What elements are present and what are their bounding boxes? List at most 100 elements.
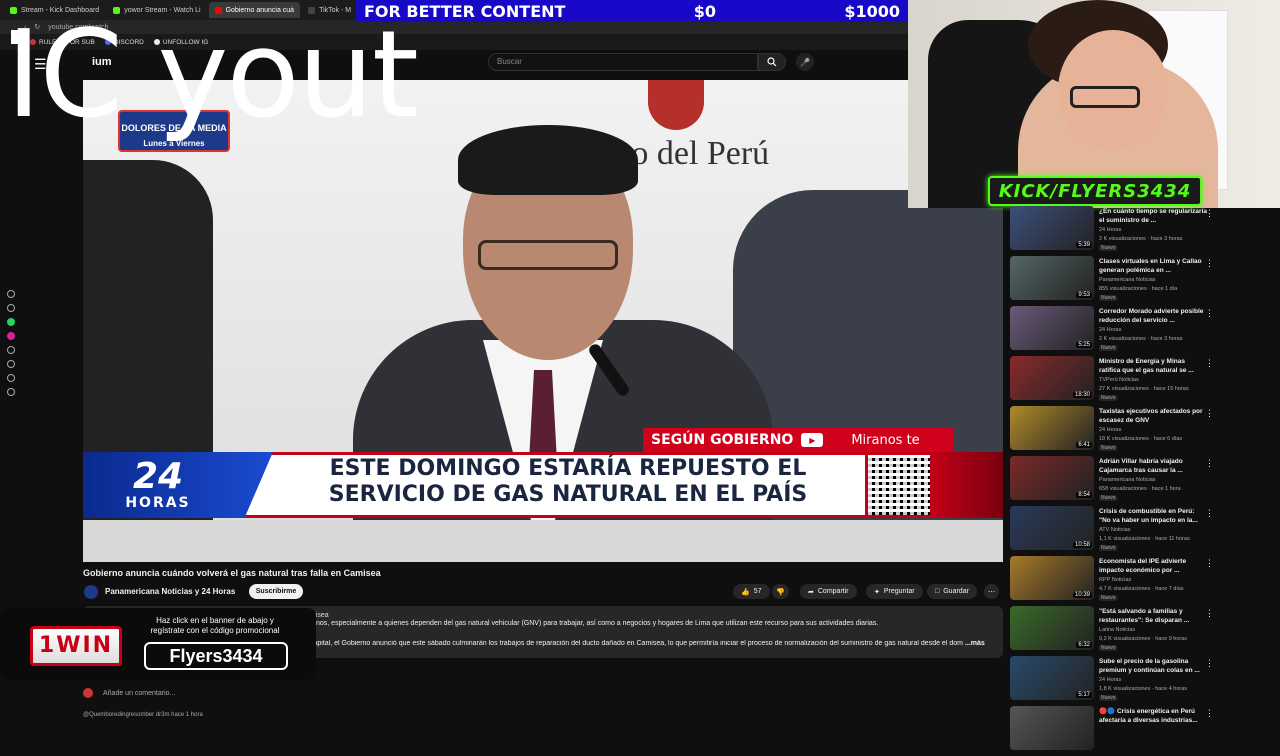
lower-third-accent bbox=[933, 452, 1003, 518]
recommended-video[interactable]: 9:53 Clases virtuales en Lima y Callao ge… bbox=[1008, 256, 1273, 306]
new-badge: Nuevo bbox=[1099, 645, 1118, 651]
share-button[interactable]: ➦ Compartir bbox=[800, 584, 857, 599]
peru-emblem bbox=[648, 80, 704, 130]
ask-button[interactable]: ✦ Preguntar bbox=[866, 584, 923, 599]
video-title[interactable]: Crisis de combustible en Perú: "No va ha… bbox=[1099, 508, 1207, 525]
channel-name: TVPerú Noticias bbox=[1099, 377, 1139, 383]
video-title[interactable]: Economista del IPE advierte impacto econ… bbox=[1099, 558, 1207, 575]
video-title[interactable]: 🔴🔵 Crisis energética en Perú afectaría a… bbox=[1099, 708, 1207, 725]
more-icon[interactable]: ⋮ bbox=[1205, 608, 1214, 619]
history-icon[interactable] bbox=[7, 290, 15, 298]
video-thumbnail[interactable]: 5:17 bbox=[1010, 656, 1094, 700]
video-meta: 658 visualizaciones · hace 1 hora bbox=[1099, 486, 1181, 492]
more-icon[interactable]: ⋮ bbox=[1205, 558, 1214, 569]
save-button[interactable]: □ Guardar bbox=[927, 584, 977, 599]
video-title[interactable]: Sube el precio de la gasolina premium y … bbox=[1099, 658, 1207, 675]
voice-search-button[interactable]: 🎤 bbox=[796, 53, 814, 71]
microphone-icon: 🎤 bbox=[800, 57, 810, 67]
thumbs-up-icon: 👍 bbox=[741, 588, 750, 596]
video-title[interactable]: ¿En cuánto tiempo se regularizaría el su… bbox=[1099, 208, 1207, 225]
channel-avatar[interactable] bbox=[84, 585, 98, 599]
video-thumbnail[interactable]: 8:54 bbox=[1010, 456, 1094, 500]
recommended-video[interactable]: 10:39 Economista del IPE advierte impacto… bbox=[1008, 556, 1273, 606]
recommended-video[interactable]: 8:54 Adrián Villar habría viajado Cajamar… bbox=[1008, 456, 1273, 506]
video-player[interactable]: rno del Perú DOLORES DE LA MEDIA Lunes a… bbox=[83, 80, 1003, 562]
video-title[interactable]: Ministro de Energía y Minas ratifica que… bbox=[1099, 358, 1207, 375]
donation-goal-bar: FOR BETTER CONTENT $0 $1000 bbox=[356, 0, 908, 22]
clock-icon[interactable] bbox=[7, 374, 15, 382]
more-icon[interactable]: ⋮ bbox=[1205, 508, 1214, 519]
more-icon[interactable]: ⋮ bbox=[1205, 408, 1214, 419]
video-meta: 2 K visualizaciones · hace 3 horas bbox=[1099, 336, 1183, 342]
video-thumbnail[interactable]: 6:41 bbox=[1010, 406, 1094, 450]
video-duration: 5:25 bbox=[1076, 342, 1092, 348]
speaker-hair bbox=[458, 125, 638, 195]
more-icon[interactable]: ⋮ bbox=[1205, 658, 1214, 669]
more-icon[interactable]: ⋮ bbox=[1205, 358, 1214, 369]
recommended-video[interactable]: 5:39 ¿En cuánto tiempo se regularizaría e… bbox=[1008, 206, 1273, 256]
video-thumbnail[interactable]: 5:25 bbox=[1010, 306, 1094, 350]
recommended-video[interactable]: 6:32 "Está salvando a familias y restaura… bbox=[1008, 606, 1273, 656]
more-icon[interactable]: ⋮ bbox=[1205, 258, 1214, 269]
settings-icon[interactable] bbox=[7, 304, 15, 312]
channel-name: Panamericana Noticias bbox=[1099, 477, 1156, 483]
new-badge: Nuevo bbox=[1099, 295, 1118, 301]
promo-text: Haz click en el banner de abajo y regíst… bbox=[150, 616, 280, 635]
speaker-glasses bbox=[478, 240, 618, 270]
video-thumbnail[interactable]: 6:32 bbox=[1010, 606, 1094, 650]
recommended-video[interactable]: 5:25 Corredor Morado advierte posible red… bbox=[1008, 306, 1273, 356]
recommended-video[interactable]: 🔴🔵 Crisis energética en Perú afectaría a… bbox=[1008, 706, 1273, 756]
tiktok-icon[interactable] bbox=[7, 346, 15, 354]
show-more-link[interactable]: ...más bbox=[965, 640, 985, 647]
overlay-square bbox=[11, 30, 23, 44]
recommended-video[interactable]: 6:41 Taxistas ejecutivos afectados por es… bbox=[1008, 406, 1273, 456]
promo-code: Flyers3434 bbox=[144, 642, 288, 670]
video-title[interactable]: Taxistas ejecutivos afectados por escase… bbox=[1099, 408, 1207, 425]
like-button[interactable]: 👍 57 bbox=[733, 584, 770, 599]
bookmark-icon: □ bbox=[935, 588, 940, 595]
video-thumbnail[interactable]: 9:53 bbox=[1010, 256, 1094, 300]
donation-goal: $1000 bbox=[844, 1, 900, 21]
video-thumbnail[interactable] bbox=[1010, 706, 1094, 750]
channel-name: 24 Horas bbox=[1099, 427, 1122, 433]
user-avatar bbox=[83, 688, 93, 698]
video-meta: 1,1 K visualizaciones · hace 11 horas bbox=[1099, 536, 1190, 542]
video-thumbnail[interactable]: 18:30 bbox=[1010, 356, 1094, 400]
recommendations-sidebar: 5:39 ¿En cuánto tiempo se regularizaría e… bbox=[1008, 204, 1273, 750]
add-comment-input[interactable]: Añade un comentario... bbox=[103, 690, 175, 697]
more-icon[interactable]: ⋮ bbox=[1205, 708, 1214, 719]
search-button[interactable] bbox=[758, 53, 786, 71]
video-title[interactable]: Corredor Morado advierte posible reducci… bbox=[1099, 308, 1207, 325]
search-input[interactable]: Buscar bbox=[488, 53, 758, 71]
search-icon bbox=[767, 57, 777, 67]
recommended-video[interactable]: 18:30 Ministro de Energía y Minas ratific… bbox=[1008, 356, 1273, 406]
news-headline: ESTE DOMINGO ESTARÍA REPUESTO EL SERVICI… bbox=[328, 456, 808, 507]
add-comment-row[interactable]: Añade un comentario... bbox=[83, 688, 175, 698]
recommended-video[interactable]: 10:58 Crisis de combustible en Perú: "No … bbox=[1008, 506, 1273, 556]
video-duration: 10:58 bbox=[1072, 542, 1092, 548]
instagram-icon[interactable] bbox=[7, 332, 15, 340]
more-options-button[interactable]: ⋯ bbox=[984, 584, 999, 599]
video-title[interactable]: Adrián Villar habría viajado Cajamarca t… bbox=[1099, 458, 1207, 475]
video-thumbnail[interactable]: 10:39 bbox=[1010, 556, 1094, 600]
subscribe-button[interactable]: Suscribirme bbox=[249, 584, 303, 599]
video-meta: 2 K visualizaciones · hace 3 horas bbox=[1099, 236, 1183, 242]
recommended-video[interactable]: 5:17 Sube el precio de la gasolina premiu… bbox=[1008, 656, 1273, 706]
qr-code bbox=[865, 452, 933, 518]
new-badge: Nuevo bbox=[1099, 595, 1118, 601]
video-title[interactable]: Clases virtuales en Lima y Callao genera… bbox=[1099, 258, 1207, 275]
more-icon[interactable]: ⋮ bbox=[1205, 208, 1214, 219]
dislike-button[interactable]: 👎 bbox=[772, 584, 789, 599]
more-icon[interactable]: ⋮ bbox=[1205, 458, 1214, 469]
sparkle-icon: ✦ bbox=[874, 588, 880, 596]
gear-icon[interactable] bbox=[7, 388, 15, 396]
more-icon[interactable]: ⋮ bbox=[1205, 308, 1214, 319]
whatsapp-icon[interactable] bbox=[7, 318, 15, 326]
video-thumbnail[interactable]: 5:39 bbox=[1010, 206, 1094, 250]
video-title[interactable]: "Está salvando a familias y restaurantes… bbox=[1099, 608, 1207, 625]
comment-author: @Quemboredingresomber dr3m hace 1 hora bbox=[83, 712, 203, 718]
channel-name[interactable]: Panamericana Noticias y 24 Horas bbox=[105, 587, 235, 596]
video-thumbnail[interactable]: 10:58 bbox=[1010, 506, 1094, 550]
x-icon[interactable] bbox=[7, 360, 15, 368]
video-title: Gobierno anuncia cuándo volverá el gas n… bbox=[83, 568, 381, 578]
